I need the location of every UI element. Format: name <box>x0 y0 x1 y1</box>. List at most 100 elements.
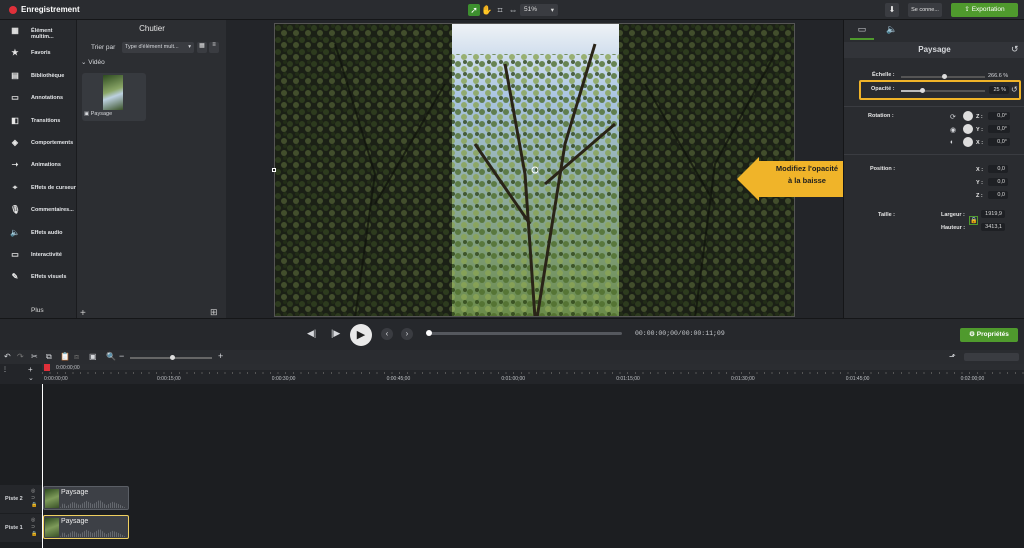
download-icon[interactable]: ⬇ <box>885 3 899 17</box>
ruler-tick-label: 0:01:45;00 <box>845 376 870 382</box>
timeline-clip-selected[interactable]: Paysage <box>43 515 129 539</box>
transport-bar: ◀| |▶ ▶ ‹ › 00:00:00;00/00:00:11;09 ⚙ Pr… <box>0 318 1024 350</box>
track-controls-icon[interactable]: ◎ ⊃ 🔒 <box>31 517 37 538</box>
timeline-search-field[interactable] <box>964 353 1019 361</box>
dial-x-icon[interactable] <box>963 137 973 147</box>
step-forward-icon[interactable]: |▶ <box>331 328 340 339</box>
scale-value[interactable]: 266.6 % <box>988 73 1008 79</box>
properties-panel: ▭ 🔈 Paysage ↺ Échelle : 266.6 % Opacité … <box>843 20 1024 318</box>
list-view-icon[interactable]: ≡ <box>209 42 219 53</box>
reset-icon[interactable]: ↺ <box>1011 85 1018 94</box>
sidebar-item[interactable]: ◧ Transitions <box>0 113 76 129</box>
rotate-z-icon: ⟳ <box>950 114 956 121</box>
magnet-icon[interactable]: ⋮ <box>2 366 8 373</box>
sidebar-item[interactable]: ▭ Interactivité <box>0 247 76 263</box>
reset-icon[interactable]: ↺ <box>1011 44 1019 55</box>
timeline-clip[interactable]: Paysage <box>43 486 129 510</box>
sidebar-item[interactable]: ⌖ Effets de curseur <box>0 180 76 196</box>
scrub-bar[interactable] <box>426 330 622 336</box>
zoom-out-icon[interactable]: − <box>119 351 124 361</box>
zoom-in-icon[interactable]: + <box>218 351 223 361</box>
pos-z-value[interactable]: 0,0 <box>988 191 1008 199</box>
sidebar-item[interactable]: ▤ Bibliothèque <box>0 68 76 84</box>
rot-x-value[interactable]: 0,0° <box>988 138 1010 146</box>
sidebar-item[interactable]: ▦ Élément multim... <box>0 23 76 40</box>
properties-button[interactable]: ⚙ Propriétés <box>960 328 1018 342</box>
visual-props-tab-icon[interactable]: ▭ <box>850 24 874 40</box>
speaker-icon: 🔈 <box>10 227 20 237</box>
video-preview[interactable] <box>274 23 795 317</box>
rot-z-value[interactable]: 0,0° <box>988 112 1010 120</box>
scale-thumb[interactable] <box>942 74 947 79</box>
size-label: Taille : <box>878 212 896 218</box>
export-label: Exportation <box>971 6 1005 13</box>
view-toggle-icon[interactable]: ▦ <box>197 42 207 53</box>
paste-icon[interactable]: 📋 <box>60 352 70 361</box>
next-marker-icon[interactable]: › <box>401 328 413 340</box>
track-label: Piste 1 <box>5 525 23 531</box>
track-controls-icon[interactable]: ◎ ⊃ 🔒 <box>31 488 37 509</box>
width-value[interactable]: 1919,9 <box>981 210 1005 218</box>
opacity-fill <box>901 90 922 92</box>
resize-handle[interactable] <box>272 168 276 172</box>
play-button[interactable]: ▶ <box>350 324 372 346</box>
copy-icon[interactable]: ⧉ <box>46 352 52 362</box>
more-button[interactable]: Plus <box>31 307 44 314</box>
split-icon[interactable]: ⧈ <box>74 352 79 362</box>
sidebar-item[interactable]: ✎ Effets visuels <box>0 269 76 285</box>
group-header[interactable]: ⌄ Vidéo <box>81 58 105 66</box>
undo-icon[interactable]: ↶ <box>4 352 11 361</box>
audio-props-tab-icon[interactable]: 🔈 <box>882 24 902 40</box>
opacity-slider[interactable] <box>901 88 985 93</box>
callout-line-1: Modifiez l'opacité <box>775 164 839 173</box>
step-back-icon[interactable]: ◀| <box>307 328 316 339</box>
microphone-icon: 🎙 <box>10 205 21 215</box>
lock-icon[interactable]: 🔒 <box>969 216 978 225</box>
sign-in-button[interactable]: Se conne... <box>908 3 942 17</box>
track-header-1[interactable]: Piste 1 ◎ ⊃ 🔒 <box>0 514 42 542</box>
sidebar-item[interactable]: 🔈 Effets audio <box>0 225 76 241</box>
track-header-2[interactable]: Piste 2 ◎ ⊃ 🔒 <box>0 485 42 513</box>
detach-icon[interactable]: ⬏ <box>949 352 956 361</box>
pos-x-value[interactable]: 0,0 <box>988 165 1008 173</box>
playhead-marker[interactable] <box>44 364 50 371</box>
scrub-thumb[interactable] <box>426 330 432 336</box>
audio-waveform <box>60 528 126 537</box>
bin-clip-card[interactable]: ▣ Paysage <box>82 73 146 121</box>
sidebar-item-label: Effets visuels <box>31 274 67 281</box>
sidebar-item-label: Effets de curseur <box>31 184 76 191</box>
rot-y-value[interactable]: 0,0° <box>988 125 1010 133</box>
add-track-icon[interactable]: + <box>28 365 33 374</box>
timeline-zoom-thumb[interactable] <box>170 355 175 360</box>
export-button[interactable]: ⇪ Exportation <box>951 3 1018 17</box>
zoom-select[interactable]: 51% ▾ <box>520 4 558 16</box>
sort-select[interactable]: Type d'élément mult... ▾ <box>122 42 194 53</box>
opacity-value[interactable]: 25 % <box>989 86 1009 94</box>
snapshot-icon[interactable]: ▣ <box>89 352 97 361</box>
fit-canvas-icon[interactable]: ⇔ <box>507 4 519 16</box>
grid-icon[interactable]: ⊞ <box>210 307 218 318</box>
dial-z-icon[interactable] <box>963 111 973 121</box>
sidebar-item[interactable]: 🎙 Commentaires... <box>0 202 76 218</box>
sidebar-item[interactable]: ➝ Animations <box>0 157 76 173</box>
clip-thumbnail <box>45 489 59 508</box>
prev-marker-icon[interactable]: ‹ <box>381 328 393 340</box>
zoom-value: 51% <box>524 6 538 13</box>
opacity-thumb[interactable] <box>920 88 925 93</box>
timeline-zoom-slider[interactable] <box>130 355 212 360</box>
scale-slider[interactable] <box>901 74 985 79</box>
pan-tool-icon[interactable]: ✋ <box>481 4 493 16</box>
redo-icon[interactable]: ↷ <box>17 352 24 361</box>
sidebar-item[interactable]: ★ Favoris <box>0 45 76 61</box>
height-value[interactable]: 3413,1 <box>981 223 1005 231</box>
cut-icon[interactable]: ✂ <box>31 352 38 361</box>
sidebar-item[interactable]: ◈ Comportements <box>0 135 76 151</box>
collapse-icon[interactable]: ⌄ <box>28 374 34 382</box>
sidebar-item[interactable]: ▭ Annotations <box>0 90 76 106</box>
pos-y-value[interactable]: 0,0 <box>988 178 1008 186</box>
dial-y-icon[interactable] <box>963 124 973 134</box>
zoom-icon[interactable]: 🔍 <box>106 352 116 361</box>
crop-tool-icon[interactable]: ⌗ <box>494 4 506 16</box>
gear-icon: ⚙ <box>969 331 977 338</box>
pointer-tool-icon[interactable]: ➚ <box>468 4 480 16</box>
